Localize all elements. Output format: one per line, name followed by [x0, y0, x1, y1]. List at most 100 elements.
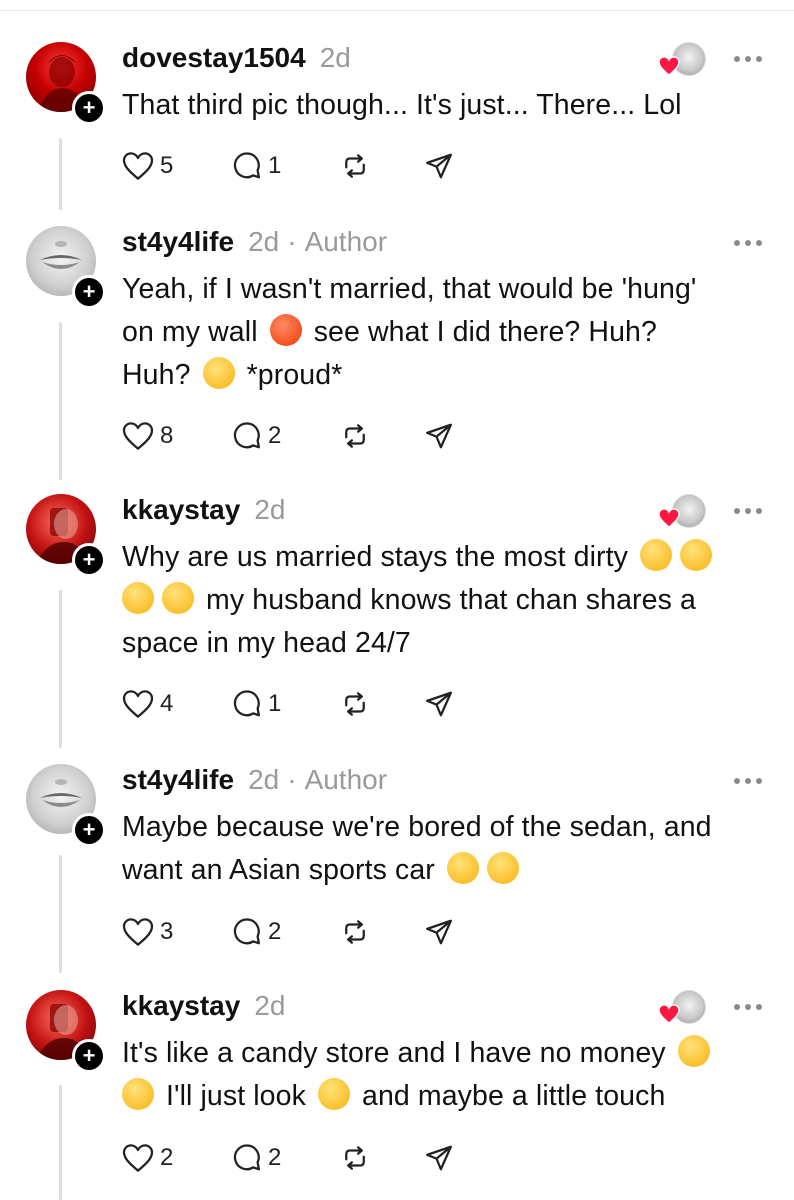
post-line-segment: my husband knows that chan shares a	[206, 584, 696, 616]
repost-button[interactable]	[340, 1140, 370, 1176]
heart-icon	[122, 152, 154, 180]
comment-icon	[233, 1144, 260, 1171]
reply-count: 1	[268, 690, 282, 717]
heart-icon	[122, 690, 154, 718]
smirking-face-emoji	[317, 1078, 350, 1110]
author-liked-indicator	[658, 494, 708, 534]
like-count: 4	[160, 690, 174, 717]
repost-icon	[345, 154, 365, 178]
post-line-segment: *proud*	[246, 359, 343, 391]
tears-of-joy-emoji	[122, 1078, 154, 1110]
like-button[interactable]: 4	[122, 686, 173, 722]
post-body: Why are us married stays the most dirty …	[122, 536, 772, 665]
post-line: Maybe because we're bored of the sedan, …	[122, 811, 712, 843]
share-icon	[426, 691, 452, 717]
username[interactable]: st4y4life	[122, 764, 234, 796]
share-button[interactable]	[424, 148, 454, 184]
post-line: Yeah, if I wasn't married, that would be…	[122, 273, 697, 305]
relieved-face-emoji	[446, 852, 479, 884]
more-icon[interactable]	[734, 1002, 762, 1012]
like-button[interactable]: 2	[122, 1140, 173, 1176]
repost-button[interactable]	[340, 914, 370, 950]
repost-button[interactable]	[340, 148, 370, 184]
comment-icon	[233, 690, 260, 717]
share-button[interactable]	[424, 1140, 454, 1176]
like-button[interactable]: 8	[122, 418, 173, 454]
rolling-laughing-emoji	[486, 852, 519, 884]
more-icon[interactable]	[734, 776, 762, 786]
post-header: st4y4life 2d · Author	[122, 764, 387, 800]
like-count: 3	[160, 918, 174, 945]
post-line-segment: on my wall	[122, 316, 258, 348]
share-icon	[426, 919, 452, 945]
more-icon[interactable]	[734, 506, 762, 516]
post-line: my husband knows that chan shares a	[122, 579, 772, 622]
hot-face-emoji	[269, 314, 302, 346]
post-line-segment: Why are us married stays the most dirty	[122, 541, 628, 573]
username[interactable]: st4y4life	[122, 226, 234, 258]
post-line-segment: I'll just look	[166, 1080, 306, 1112]
post-line-segment: see what I did there? Huh?	[313, 316, 657, 348]
more-icon[interactable]	[734, 238, 762, 248]
top-divider	[0, 10, 794, 11]
share-icon	[426, 153, 452, 179]
share-button[interactable]	[424, 418, 454, 454]
follow-button[interactable]: +	[72, 813, 106, 847]
follow-button[interactable]: +	[72, 1039, 106, 1073]
post-time: 2d	[248, 226, 280, 257]
post-line-segment: and maybe a little touch	[362, 1080, 666, 1112]
post-header: kkaystay 2d	[122, 494, 286, 530]
post-time: 2d	[254, 494, 286, 525]
follow-button[interactable]: +	[72, 275, 106, 309]
more-icon[interactable]	[734, 54, 762, 64]
follow-button[interactable]: +	[72, 543, 106, 577]
like-count: 5	[160, 152, 174, 179]
author-badge: Author	[304, 764, 388, 795]
post-line: Huh? *proud*	[122, 354, 772, 397]
post-header: kkaystay 2d	[122, 990, 286, 1026]
share-button[interactable]	[424, 686, 454, 722]
reply-button[interactable]: 2	[232, 914, 281, 950]
like-button[interactable]: 3	[122, 914, 173, 950]
post-line: That third pic though... It's just... Th…	[122, 89, 682, 121]
username[interactable]: kkaystay	[122, 990, 240, 1022]
post-body: Maybe because we're bored of the sedan, …	[122, 806, 772, 892]
share-button[interactable]	[424, 914, 454, 950]
heart-icon	[658, 56, 680, 76]
post-header: st4y4life 2d · Author	[122, 226, 387, 262]
follow-button[interactable]: +	[72, 91, 106, 125]
post-line-segment: Huh?	[122, 359, 191, 391]
share-icon	[426, 1145, 452, 1171]
post-line: It's like a candy store and I have no mo…	[122, 1032, 772, 1075]
username[interactable]: dovestay1504	[122, 42, 306, 74]
heart-icon	[122, 1144, 154, 1172]
repost-icon	[345, 692, 365, 716]
thread-line	[59, 322, 62, 480]
post-line: I'll just look and maybe a little touch	[122, 1075, 772, 1118]
reply-button[interactable]: 2	[232, 1140, 281, 1176]
post-line-segment: It's like a candy store and I have no mo…	[122, 1037, 666, 1069]
like-count: 8	[160, 422, 174, 449]
post-actions: 5 1	[122, 148, 482, 184]
repost-button[interactable]	[340, 418, 370, 454]
post-header: dovestay1504 2d	[122, 42, 351, 78]
heart-icon	[122, 918, 154, 946]
post-line: want an Asian sports car	[122, 849, 772, 892]
author-separator: ·	[287, 226, 297, 257]
post-time: 2d	[319, 42, 351, 73]
reply-button[interactable]: 1	[232, 148, 281, 184]
heart-icon	[658, 1004, 680, 1024]
thread-line	[59, 1085, 62, 1200]
share-icon	[426, 423, 452, 449]
relieved-face-emoji	[202, 357, 235, 389]
comment-icon	[233, 918, 260, 945]
hand-over-mouth-emoji	[677, 1035, 710, 1067]
like-button[interactable]: 5	[122, 148, 173, 184]
reply-button[interactable]: 1	[232, 686, 281, 722]
reply-button[interactable]: 2	[232, 418, 281, 454]
post-body: It's like a candy store and I have no mo…	[122, 1032, 772, 1118]
repost-button[interactable]	[340, 686, 370, 722]
post-time: 2d	[248, 764, 280, 795]
thread-line	[59, 138, 62, 210]
username[interactable]: kkaystay	[122, 494, 240, 526]
